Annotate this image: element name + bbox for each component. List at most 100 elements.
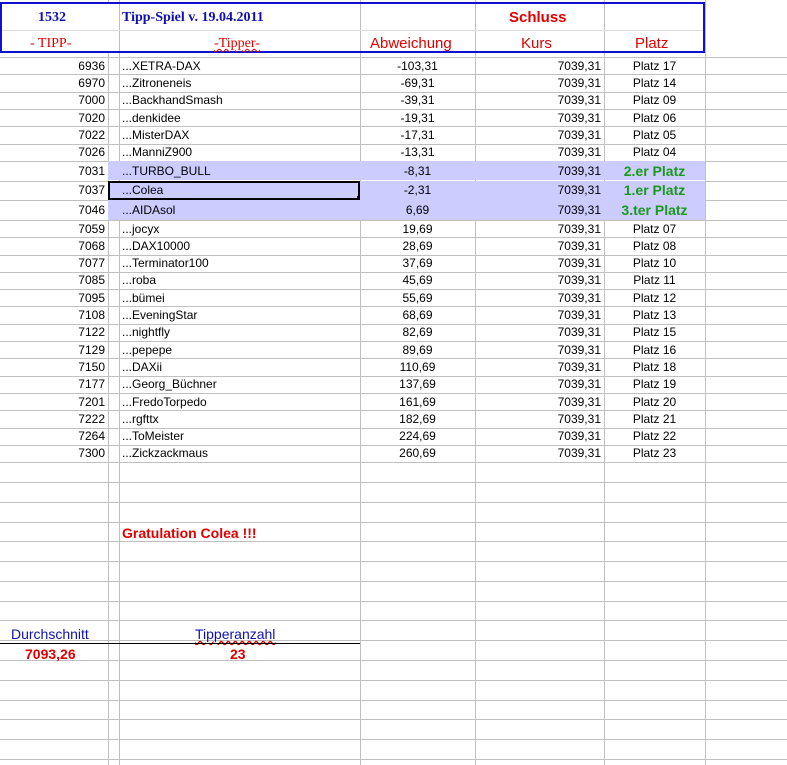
abweichung-cell[interactable]: 28,69 [360,237,475,254]
platz-cell[interactable]: Platz 08 [604,237,705,254]
tipp-cell[interactable]: 7026 [0,144,108,161]
tipper-cell[interactable]: ...Colea [108,180,360,201]
tipp-cell[interactable]: 7177 [0,376,108,393]
kurs-cell[interactable]: 7039,31 [475,74,604,91]
abweichung-cell[interactable]: 37,69 [360,255,475,272]
kurs-cell[interactable]: 7039,31 [475,445,604,462]
platz-cell[interactable]: Platz 19 [604,376,705,393]
abweichung-cell[interactable]: 260,69 [360,445,475,462]
platz-cell[interactable]: Platz 07 [604,220,705,237]
platz-cell[interactable]: 2.er Platz [604,160,705,181]
tipp-cell[interactable]: 7264 [0,428,108,445]
platz-cell[interactable]: Platz 09 [604,92,705,109]
tipp-cell[interactable]: 7300 [0,445,108,462]
abweichung-cell[interactable]: 6,69 [360,200,475,220]
tipper-cell[interactable]: ...MisterDAX [119,126,360,143]
tipper-cell[interactable]: ...Georg_Büchner [119,376,360,393]
tipp-cell[interactable]: 7095 [0,289,108,306]
platz-cell[interactable]: Platz 11 [604,272,705,289]
kurs-cell[interactable]: 7039,31 [475,376,604,393]
platz-cell[interactable]: Platz 14 [604,74,705,91]
tipper-cell[interactable]: ...jocyx [119,220,360,237]
platz-cell[interactable]: Platz 05 [604,126,705,143]
tipper-cell[interactable]: ...XETRA-DAX [119,57,360,74]
kurs-cell[interactable]: 7039,31 [475,289,604,306]
kurs-cell[interactable]: 7039,31 [475,144,604,161]
abweichung-cell[interactable]: -103,31 [360,57,475,74]
tipper-cell[interactable]: ...roba [119,272,360,289]
kurs-cell[interactable]: 7039,31 [475,393,604,410]
kurs-cell[interactable]: 7039,31 [475,237,604,254]
tipp-cell[interactable]: 7020 [0,109,108,126]
abweichung-cell[interactable]: 182,69 [360,410,475,427]
tipp-cell[interactable]: 7201 [0,393,108,410]
tipper-cell[interactable]: ...AIDAsol [108,200,360,220]
abweichung-cell[interactable]: 68,69 [360,306,475,323]
kurs-cell[interactable]: 7039,31 [475,57,604,74]
abweichung-cell[interactable]: 55,69 [360,289,475,306]
kurs-cell[interactable]: 7039,31 [475,180,604,201]
tipper-cell[interactable]: ...ToMeister [119,428,360,445]
tipp-cell[interactable]: 6936 [0,57,108,74]
tipp-cell[interactable]: 7000 [0,92,108,109]
platz-cell[interactable]: 1.er Platz [604,180,705,201]
platz-cell[interactable]: Platz 16 [604,341,705,358]
tipp-cell[interactable]: 7108 [0,306,108,323]
tipp-cell[interactable]: 7150 [0,358,108,375]
kurs-cell[interactable]: 7039,31 [475,410,604,427]
tipp-cell[interactable]: 7122 [0,324,108,341]
tipper-cell[interactable]: ...TURBO_BULL [108,160,360,181]
kurs-cell[interactable]: 7039,31 [475,341,604,358]
platz-cell[interactable]: Platz 18 [604,358,705,375]
tipp-cell[interactable]: 7077 [0,255,108,272]
platz-cell[interactable]: Platz 20 [604,393,705,410]
platz-cell[interactable]: Platz 17 [604,57,705,74]
platz-cell[interactable]: 3.ter Platz [604,200,705,220]
abweichung-cell[interactable]: 137,69 [360,376,475,393]
tipper-cell[interactable]: ...ManniZ900 [119,144,360,161]
platz-cell[interactable]: Platz 23 [604,445,705,462]
abweichung-cell[interactable]: -69,31 [360,74,475,91]
tipp-cell[interactable]: 7046 [0,200,108,220]
abweichung-cell[interactable]: 89,69 [360,341,475,358]
abweichung-cell[interactable]: -8,31 [360,160,475,181]
abweichung-cell[interactable]: 45,69 [360,272,475,289]
kurs-cell[interactable]: 7039,31 [475,428,604,445]
kurs-cell[interactable]: 7039,31 [475,160,604,181]
tipper-cell[interactable]: ...denkidee [119,109,360,126]
abweichung-cell[interactable]: -17,31 [360,126,475,143]
platz-cell[interactable]: Platz 10 [604,255,705,272]
kurs-cell[interactable]: 7039,31 [475,272,604,289]
tipp-cell[interactable]: 7059 [0,220,108,237]
platz-cell[interactable]: Platz 22 [604,428,705,445]
abweichung-cell[interactable]: 82,69 [360,324,475,341]
abweichung-cell[interactable]: 19,69 [360,220,475,237]
kurs-cell[interactable]: 7039,31 [475,358,604,375]
tipp-cell[interactable]: 7022 [0,126,108,143]
kurs-cell[interactable]: 7039,31 [475,92,604,109]
tipp-cell[interactable]: 7037 [0,181,108,201]
abweichung-cell[interactable]: -13,31 [360,144,475,161]
tipp-cell[interactable]: 7068 [0,237,108,254]
kurs-cell[interactable]: 7039,31 [475,220,604,237]
tipper-cell[interactable]: ...DAX10000 [119,237,360,254]
abweichung-cell[interactable]: 110,69 [360,358,475,375]
tipper-cell[interactable]: ...Terminator100 [119,255,360,272]
tipp-cell[interactable]: 6970 [0,74,108,91]
kurs-cell[interactable]: 7039,31 [475,200,604,220]
spreadsheet[interactable]: 1532 Tipp-Spiel v. 19.04.2011 Schluss - … [0,0,787,765]
tipper-cell[interactable]: ...EveningStar [119,306,360,323]
platz-cell[interactable]: Platz 06 [604,109,705,126]
tipper-cell[interactable]: ...rgfttx [119,410,360,427]
platz-cell[interactable]: Platz 15 [604,324,705,341]
platz-cell[interactable]: Platz 04 [604,144,705,161]
tipper-cell[interactable]: ...Zickzackmaus [119,445,360,462]
tipper-cell[interactable]: ...DAXii [119,358,360,375]
kurs-cell[interactable]: 7039,31 [475,109,604,126]
tipper-cell[interactable]: ...nightfly [119,324,360,341]
kurs-cell[interactable]: 7039,31 [475,324,604,341]
tipper-cell[interactable]: ...bümei [119,289,360,306]
platz-cell[interactable]: Platz 13 [604,306,705,323]
tipp-cell[interactable]: 7222 [0,410,108,427]
abweichung-cell[interactable]: 161,69 [360,393,475,410]
